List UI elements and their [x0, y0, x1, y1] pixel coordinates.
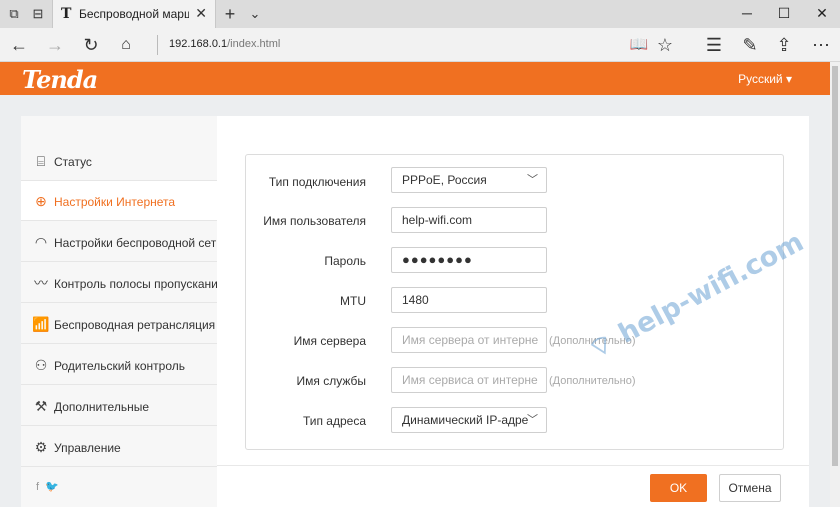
- connection-type-value: PPPoE, Россия: [402, 173, 487, 187]
- password-input[interactable]: ●●●●●●●●: [391, 247, 547, 273]
- server-name-input[interactable]: Имя сервера от интерне: [391, 327, 547, 353]
- hub-icon[interactable]: ☰: [703, 34, 725, 56]
- window-close-icon[interactable]: ✕: [812, 4, 832, 22]
- form-footer: OK Отмена: [217, 465, 809, 507]
- browser-tab[interactable]: T Беспроводной маршру ✕: [52, 0, 216, 28]
- caret-down-icon: ▾: [785, 72, 792, 86]
- sidebar-item-label: Настройки беспроводной сети: [54, 236, 223, 250]
- tenda-favicon-icon: T: [61, 6, 72, 22]
- cancel-button[interactable]: Отмена: [719, 474, 781, 502]
- twitter-icon[interactable]: 🐦: [45, 481, 59, 493]
- gears-icon: ⚙: [34, 439, 48, 455]
- sidebar-item-label: Настройки Интернета: [54, 195, 176, 209]
- connection-type-label: Тип подключения: [268, 175, 366, 189]
- sidebar-item-label: Родительский контроль: [54, 359, 185, 373]
- notes-icon[interactable]: ✎: [739, 34, 761, 56]
- set-aside-icon[interactable]: ⊟: [29, 5, 47, 23]
- username-input[interactable]: help-wifi.com: [391, 207, 547, 233]
- sidebar-item-repeater[interactable]: 📶 Беспроводная ретрансляция: [21, 304, 217, 344]
- maximize-icon[interactable]: ☐: [774, 4, 794, 22]
- tools-icon: ⚒: [34, 398, 48, 414]
- router-header: Tenda Русский ▾: [0, 62, 830, 95]
- back-icon[interactable]: ←: [8, 34, 30, 56]
- main-panel: Тип подключения PPPoE, Россия ﹀ Имя поль…: [217, 116, 809, 507]
- sidebar-item-parental[interactable]: ⚇ Родительский контроль: [21, 345, 217, 385]
- refresh-icon[interactable]: ↻: [80, 34, 102, 56]
- more-icon[interactable]: ⋯: [810, 34, 832, 56]
- service-name-input[interactable]: Имя сервиса от интерне: [391, 367, 547, 393]
- tab-title: Беспроводной маршру: [79, 7, 189, 21]
- favorite-star-icon[interactable]: ☆: [654, 34, 676, 56]
- language-selector[interactable]: Русский ▾: [738, 72, 792, 86]
- service-name-label: Имя службы: [296, 374, 366, 388]
- home-icon[interactable]: ⌂: [115, 34, 137, 56]
- facebook-icon[interactable]: f: [36, 481, 39, 493]
- social-links[interactable]: f 🐦: [36, 480, 59, 493]
- sidebar-item-management[interactable]: ⚙ Управление: [21, 427, 217, 467]
- address-type-select[interactable]: Динамический IP-адре ﹀: [391, 407, 547, 433]
- url-host: 192.168.0.1: [169, 38, 228, 50]
- sidebar-item-status[interactable]: ⌸ Статус: [21, 141, 217, 181]
- mtu-input[interactable]: 1480: [391, 287, 547, 313]
- new-tab-icon[interactable]: +: [221, 5, 239, 23]
- address-type-value: Динамический IP-адре: [402, 413, 529, 427]
- url-separator: [157, 35, 158, 55]
- sidebar-item-internet[interactable]: ⊕ Настройки Интернета: [21, 181, 217, 221]
- username-label: Имя пользователя: [263, 214, 366, 228]
- mtu-label: MTU: [340, 294, 366, 308]
- chevron-down-icon: ﹀: [527, 174, 538, 186]
- connection-type-select[interactable]: PPPoE, Россия ﹀: [391, 167, 547, 193]
- wifi-icon: ◠: [34, 234, 48, 250]
- sidebar-item-advanced[interactable]: ⚒ Дополнительные: [21, 386, 217, 426]
- sidebar-item-label: Дополнительные: [54, 400, 149, 414]
- address-type-label: Тип адреса: [302, 414, 366, 428]
- language-label: Русский: [738, 72, 783, 86]
- globe-icon: ⊕: [35, 193, 47, 209]
- forward-icon[interactable]: →: [44, 34, 66, 56]
- address-bar[interactable]: 192.168.0.1/index.html: [169, 38, 280, 50]
- router-icon: ⌸: [36, 153, 46, 169]
- url-path: /index.html: [227, 38, 281, 50]
- antenna-icon: 📶: [32, 316, 50, 332]
- optional-hint: (Дополнительно): [549, 375, 636, 387]
- bandwidth-icon: 〰: [34, 275, 48, 291]
- sidebar-item-label: Управление: [54, 441, 121, 455]
- sidebar-item-label: Контроль полосы пропускания: [54, 277, 225, 291]
- password-label: Пароль: [324, 254, 366, 268]
- tenda-logo: Tenda: [22, 65, 98, 94]
- browser-nav-bar: ← → ↻ ⌂ 192.168.0.1/index.html 📖 ☆ ☰ ✎ ⇪…: [0, 28, 840, 62]
- sidebar-item-label: Беспроводная ретрансляция: [54, 318, 216, 332]
- browser-tab-bar: ⧉ ⊟ T Беспроводной маршру ✕ + ⌄ ─ ☐ ✕: [0, 0, 840, 28]
- family-icon: ⚇: [34, 357, 48, 373]
- sidebar-item-wireless[interactable]: ◠ Настройки беспроводной сети: [21, 222, 223, 262]
- server-name-label: Имя сервера: [293, 334, 366, 348]
- reading-view-icon[interactable]: 📖: [628, 34, 650, 56]
- chevron-down-icon[interactable]: ⌄: [246, 5, 264, 23]
- ok-button[interactable]: OK: [650, 474, 707, 502]
- sidebar-item-bandwidth[interactable]: 〰 Контроль полосы пропускания: [21, 263, 224, 303]
- chevron-down-icon: ﹀: [527, 414, 538, 426]
- scrollbar-thumb[interactable]: [832, 66, 838, 466]
- minimize-icon[interactable]: ─: [737, 4, 757, 22]
- sidebar-item-label: Статус: [54, 155, 92, 169]
- sidebar: ⌸ Статус ⊕ Настройки Интернета ◠ Настрой…: [21, 116, 224, 507]
- share-icon[interactable]: ⇪: [773, 34, 795, 56]
- close-icon[interactable]: ✕: [195, 5, 207, 22]
- tab-list-icon[interactable]: ⧉: [5, 5, 23, 23]
